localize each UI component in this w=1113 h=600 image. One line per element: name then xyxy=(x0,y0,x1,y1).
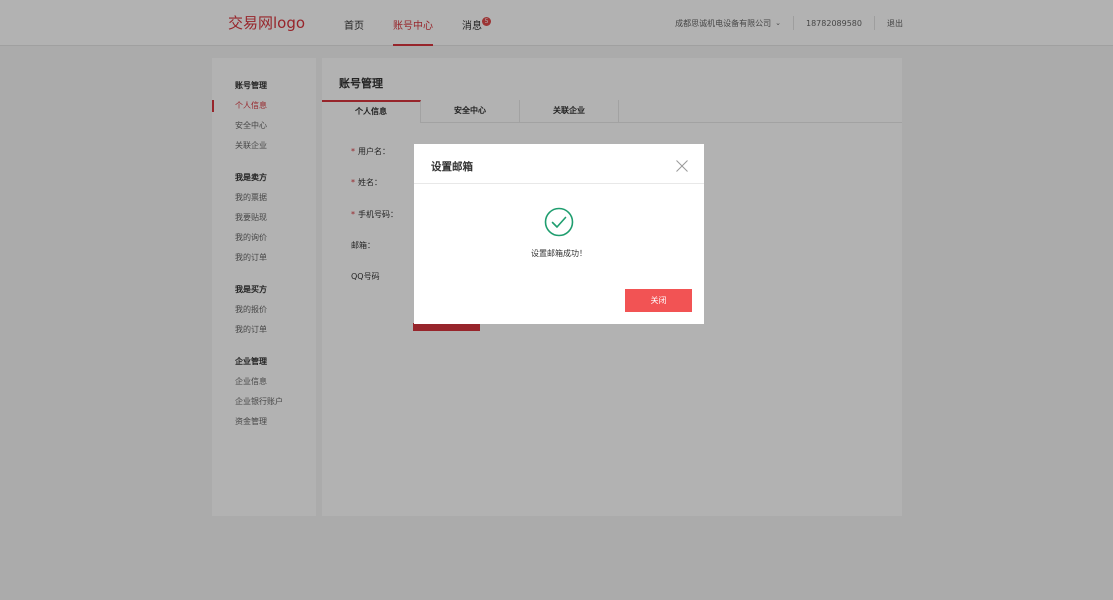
dialog-title: 设置邮箱 xyxy=(431,161,473,173)
dialog-header: 设置邮箱 xyxy=(414,144,704,184)
close-icon[interactable] xyxy=(676,160,688,172)
success-check-icon xyxy=(544,207,574,237)
success-message: 设置邮箱成功！ xyxy=(531,249,587,258)
close-button[interactable]: 关闭 xyxy=(625,289,692,312)
set-email-dialog: 设置邮箱 设置邮箱成功！ 关闭 xyxy=(414,144,704,324)
